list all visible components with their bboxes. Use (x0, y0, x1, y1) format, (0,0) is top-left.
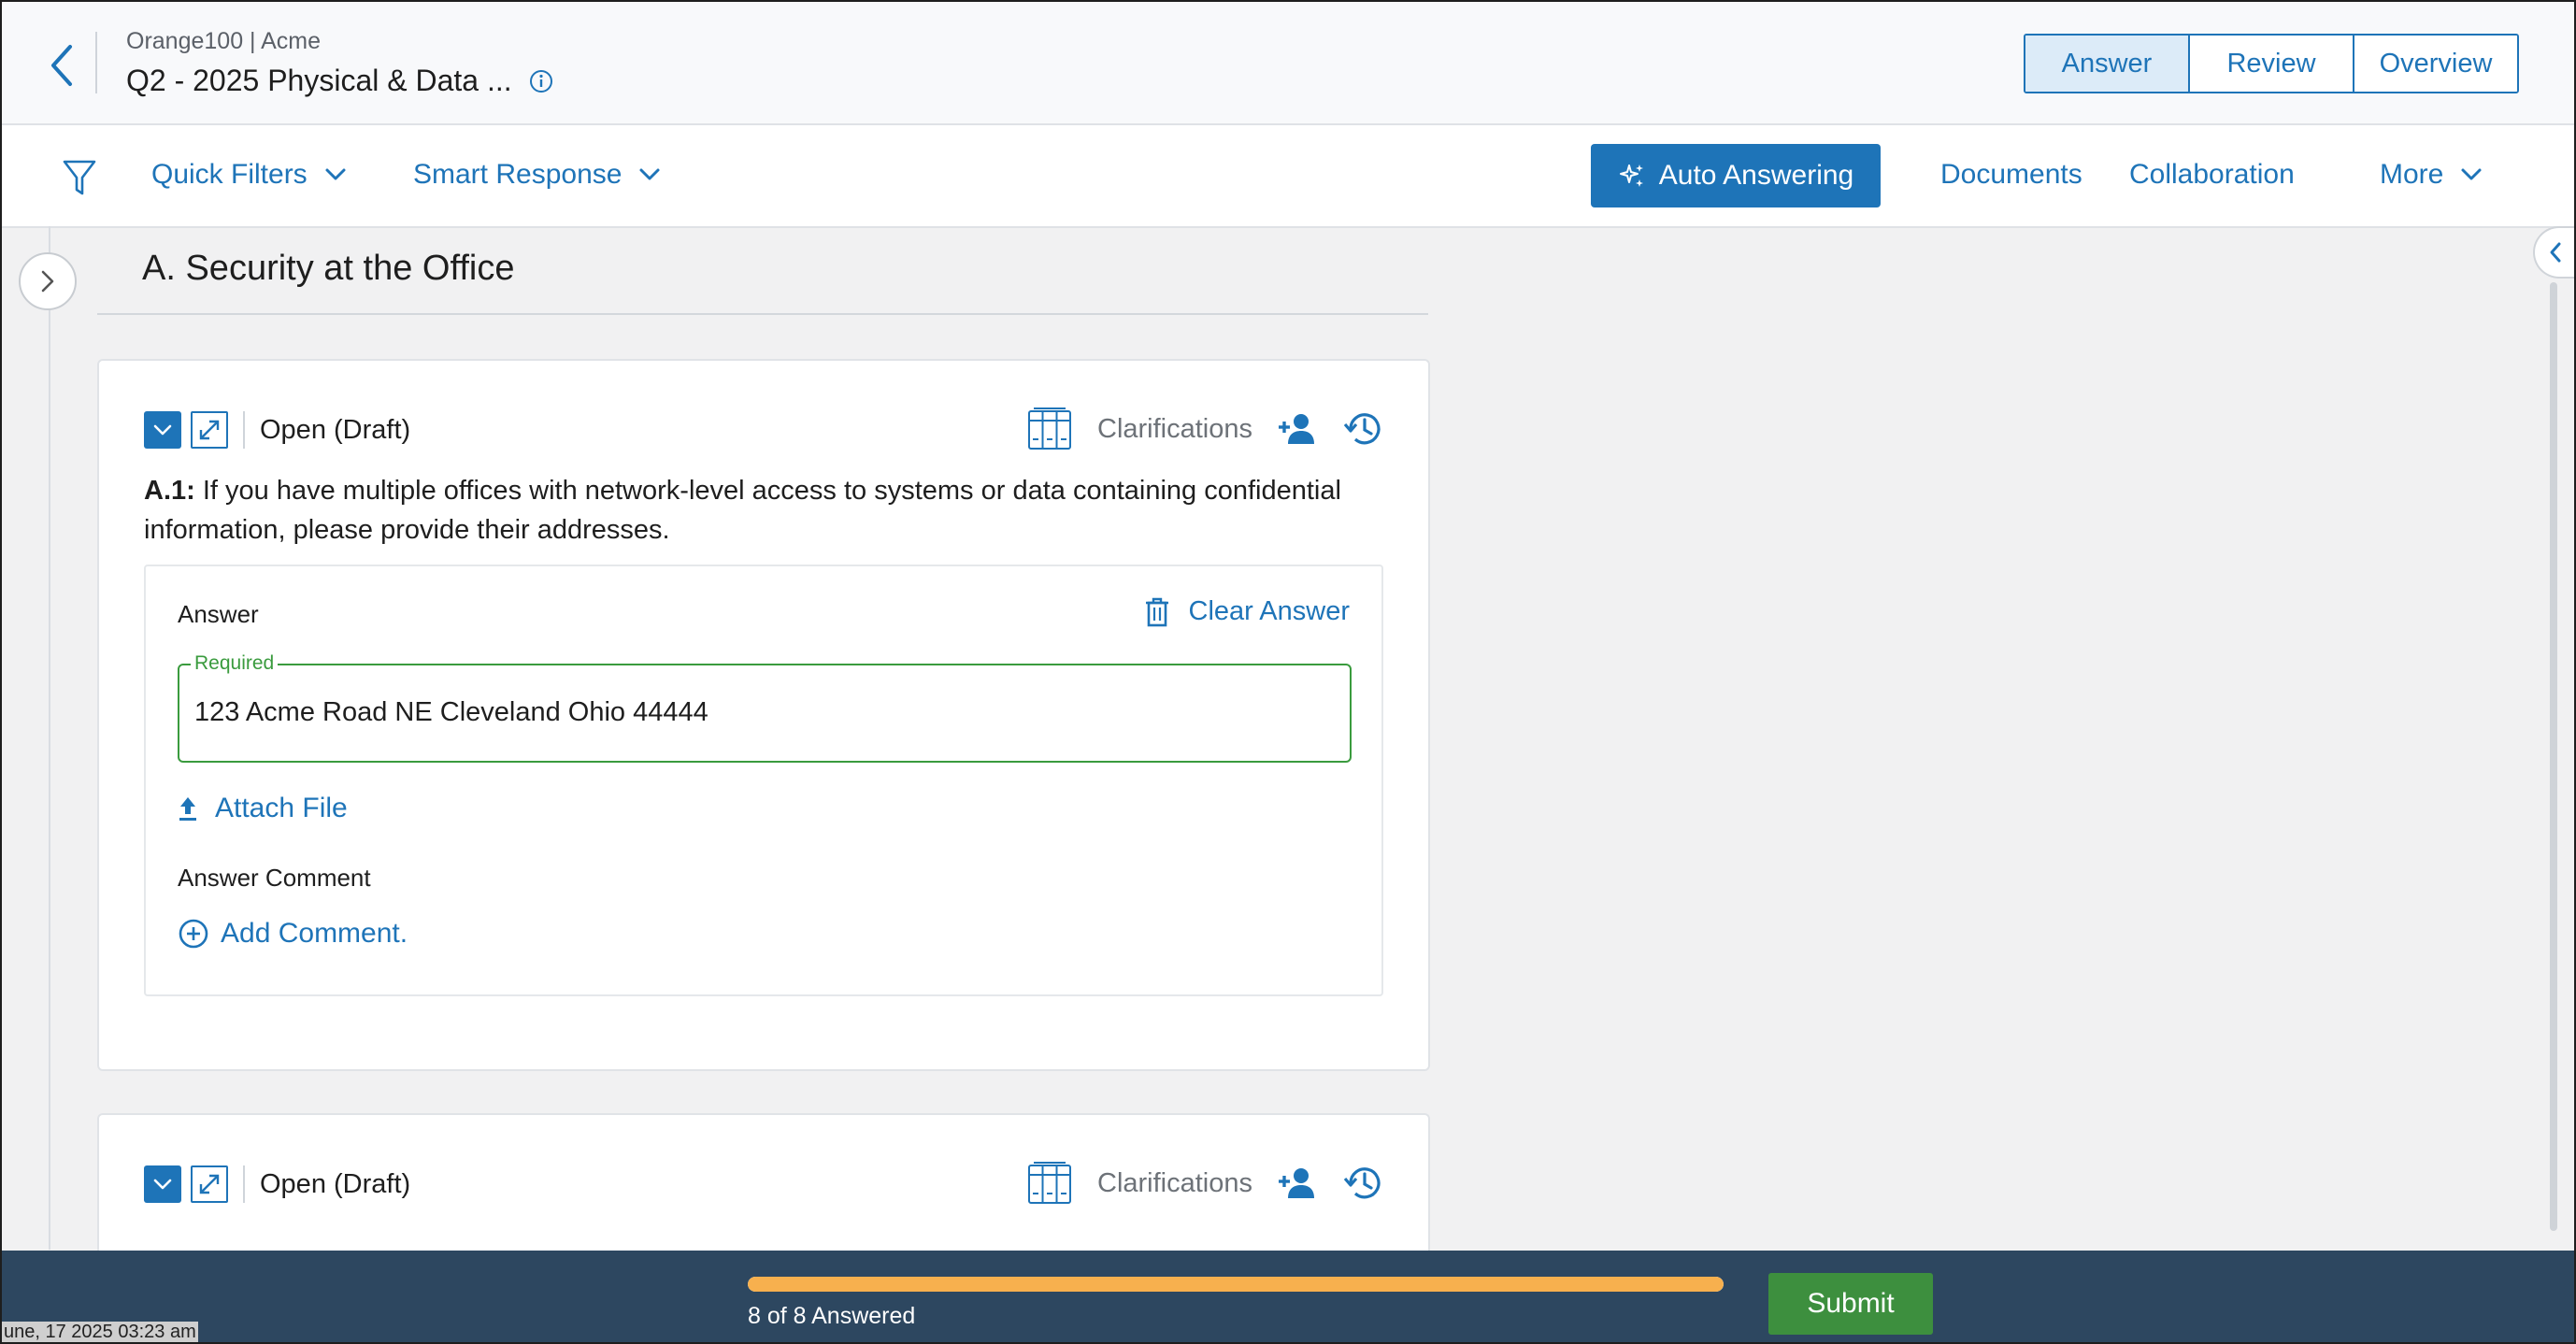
add-user-icon[interactable] (1277, 1166, 1318, 1200)
question-actions: Clarifications (1026, 406, 1383, 452)
section-divider (97, 313, 1428, 315)
chevron-down-icon (639, 168, 660, 180)
question-body: If you have multiple offices with networ… (144, 476, 1341, 545)
smart-response-label: Smart Response (413, 159, 623, 190)
chevron-left-icon (2550, 242, 2561, 263)
info-icon[interactable] (529, 69, 553, 93)
add-user-icon[interactable] (1277, 412, 1318, 446)
more-label: More (2380, 159, 2444, 190)
smart-response-dropdown[interactable]: Smart Response (413, 159, 661, 191)
question-header: Open (Draft) (144, 1165, 410, 1203)
attach-file-button[interactable]: Attach File (178, 793, 348, 824)
sparkle-icon (1619, 164, 1643, 187)
plus-circle-icon (179, 919, 208, 949)
footer: 8 of 8 Answered Submit (2, 1251, 2574, 1342)
question-card: Open (Draft) Clarifications (97, 1113, 1430, 1251)
answer-field: Required (178, 652, 1352, 763)
back-button[interactable] (36, 36, 88, 95)
question-number: A.1: (144, 476, 195, 506)
breadcrumb: Orange100 | Acme (126, 28, 322, 54)
add-comment-button[interactable]: Add Comment. (178, 918, 408, 950)
quick-filters-dropdown[interactable]: Quick Filters (151, 159, 347, 191)
back-arrow-icon (51, 45, 72, 86)
attach-file-label: Attach File (215, 793, 348, 823)
left-rail (49, 226, 50, 1250)
question-status: Open (Draft) (260, 1168, 411, 1199)
more-dropdown[interactable]: More (2380, 159, 2483, 191)
timestamp: une, 17 2025 03:23 am (2, 1322, 198, 1342)
trash-icon (1145, 597, 1168, 626)
question-text: A.1: If you have multiple offices with n… (144, 471, 1396, 550)
chevron-right-icon (41, 270, 54, 293)
question-header: Open (Draft) (144, 411, 410, 449)
chevron-down-icon (325, 168, 346, 180)
header: Orange100 | Acme Q2 - 2025 Physical & Da… (2, 2, 2574, 125)
upload-icon (179, 797, 196, 821)
documents-link[interactable]: Documents (1940, 159, 2082, 191)
section-title: A. Security at the Office (142, 249, 515, 288)
clarifications-link[interactable]: Clarifications (1097, 414, 1252, 445)
mode-switcher: Answer Review Overview (2024, 34, 2519, 93)
divider (243, 1165, 245, 1203)
submit-button[interactable]: Submit (1768, 1273, 1933, 1335)
progress-text: 8 of 8 Answered (748, 1303, 916, 1329)
scrollbar[interactable] (2550, 282, 2557, 1231)
progress-fill (748, 1277, 1724, 1292)
mode-overview-button[interactable]: Overview (2354, 36, 2517, 92)
mode-answer-button[interactable]: Answer (2025, 36, 2190, 92)
history-icon[interactable] (1342, 409, 1383, 449)
checkbox-icon[interactable] (144, 1165, 181, 1203)
toolbar: Quick Filters Smart Response Auto Answer… (2, 125, 2574, 228)
answer-input[interactable] (194, 697, 1316, 728)
chevron-down-icon (2461, 168, 2482, 180)
expand-icon[interactable] (191, 411, 228, 449)
required-legend: Required (191, 652, 279, 675)
collaboration-link[interactable]: Collaboration (2129, 159, 2295, 191)
expand-right-panel-button[interactable] (2533, 226, 2574, 279)
clarifications-link[interactable]: Clarifications (1097, 1168, 1252, 1199)
header-divider (95, 32, 97, 93)
history-icon[interactable] (1342, 1164, 1383, 1203)
expand-sidebar-button[interactable] (19, 252, 77, 310)
binder-icon[interactable] (1026, 1160, 1073, 1207)
divider (243, 411, 245, 449)
quick-filters-label: Quick Filters (151, 159, 308, 190)
auto-answering-label: Auto Answering (1658, 160, 1854, 191)
app-frame: Orange100 | Acme Q2 - 2025 Physical & Da… (0, 0, 2576, 1344)
clear-answer-label: Clear Answer (1188, 596, 1350, 626)
page-title: Q2 - 2025 Physical & Data ... (126, 64, 512, 97)
question-actions: Clarifications (1026, 1160, 1383, 1207)
auto-answering-button[interactable]: Auto Answering (1591, 144, 1881, 207)
checkbox-icon[interactable] (144, 411, 181, 449)
expand-icon[interactable] (191, 1165, 228, 1203)
answer-comment-label: Answer Comment (178, 864, 371, 892)
question-status: Open (Draft) (260, 414, 411, 445)
add-comment-label: Add Comment. (221, 918, 408, 949)
page-title-row: Q2 - 2025 Physical & Data ... (126, 64, 553, 98)
answer-panel: Answer Clear Answer Required Attach File… (144, 565, 1383, 996)
binder-icon[interactable] (1026, 406, 1073, 452)
mode-review-button[interactable]: Review (2190, 36, 2354, 92)
progress-bar (748, 1277, 1724, 1292)
filter-icon[interactable] (62, 159, 97, 201)
answer-label: Answer (178, 600, 259, 628)
clear-answer-button[interactable]: Clear Answer (1144, 596, 1350, 627)
question-card: Open (Draft) Clarifications A.1: If you … (97, 359, 1430, 1071)
